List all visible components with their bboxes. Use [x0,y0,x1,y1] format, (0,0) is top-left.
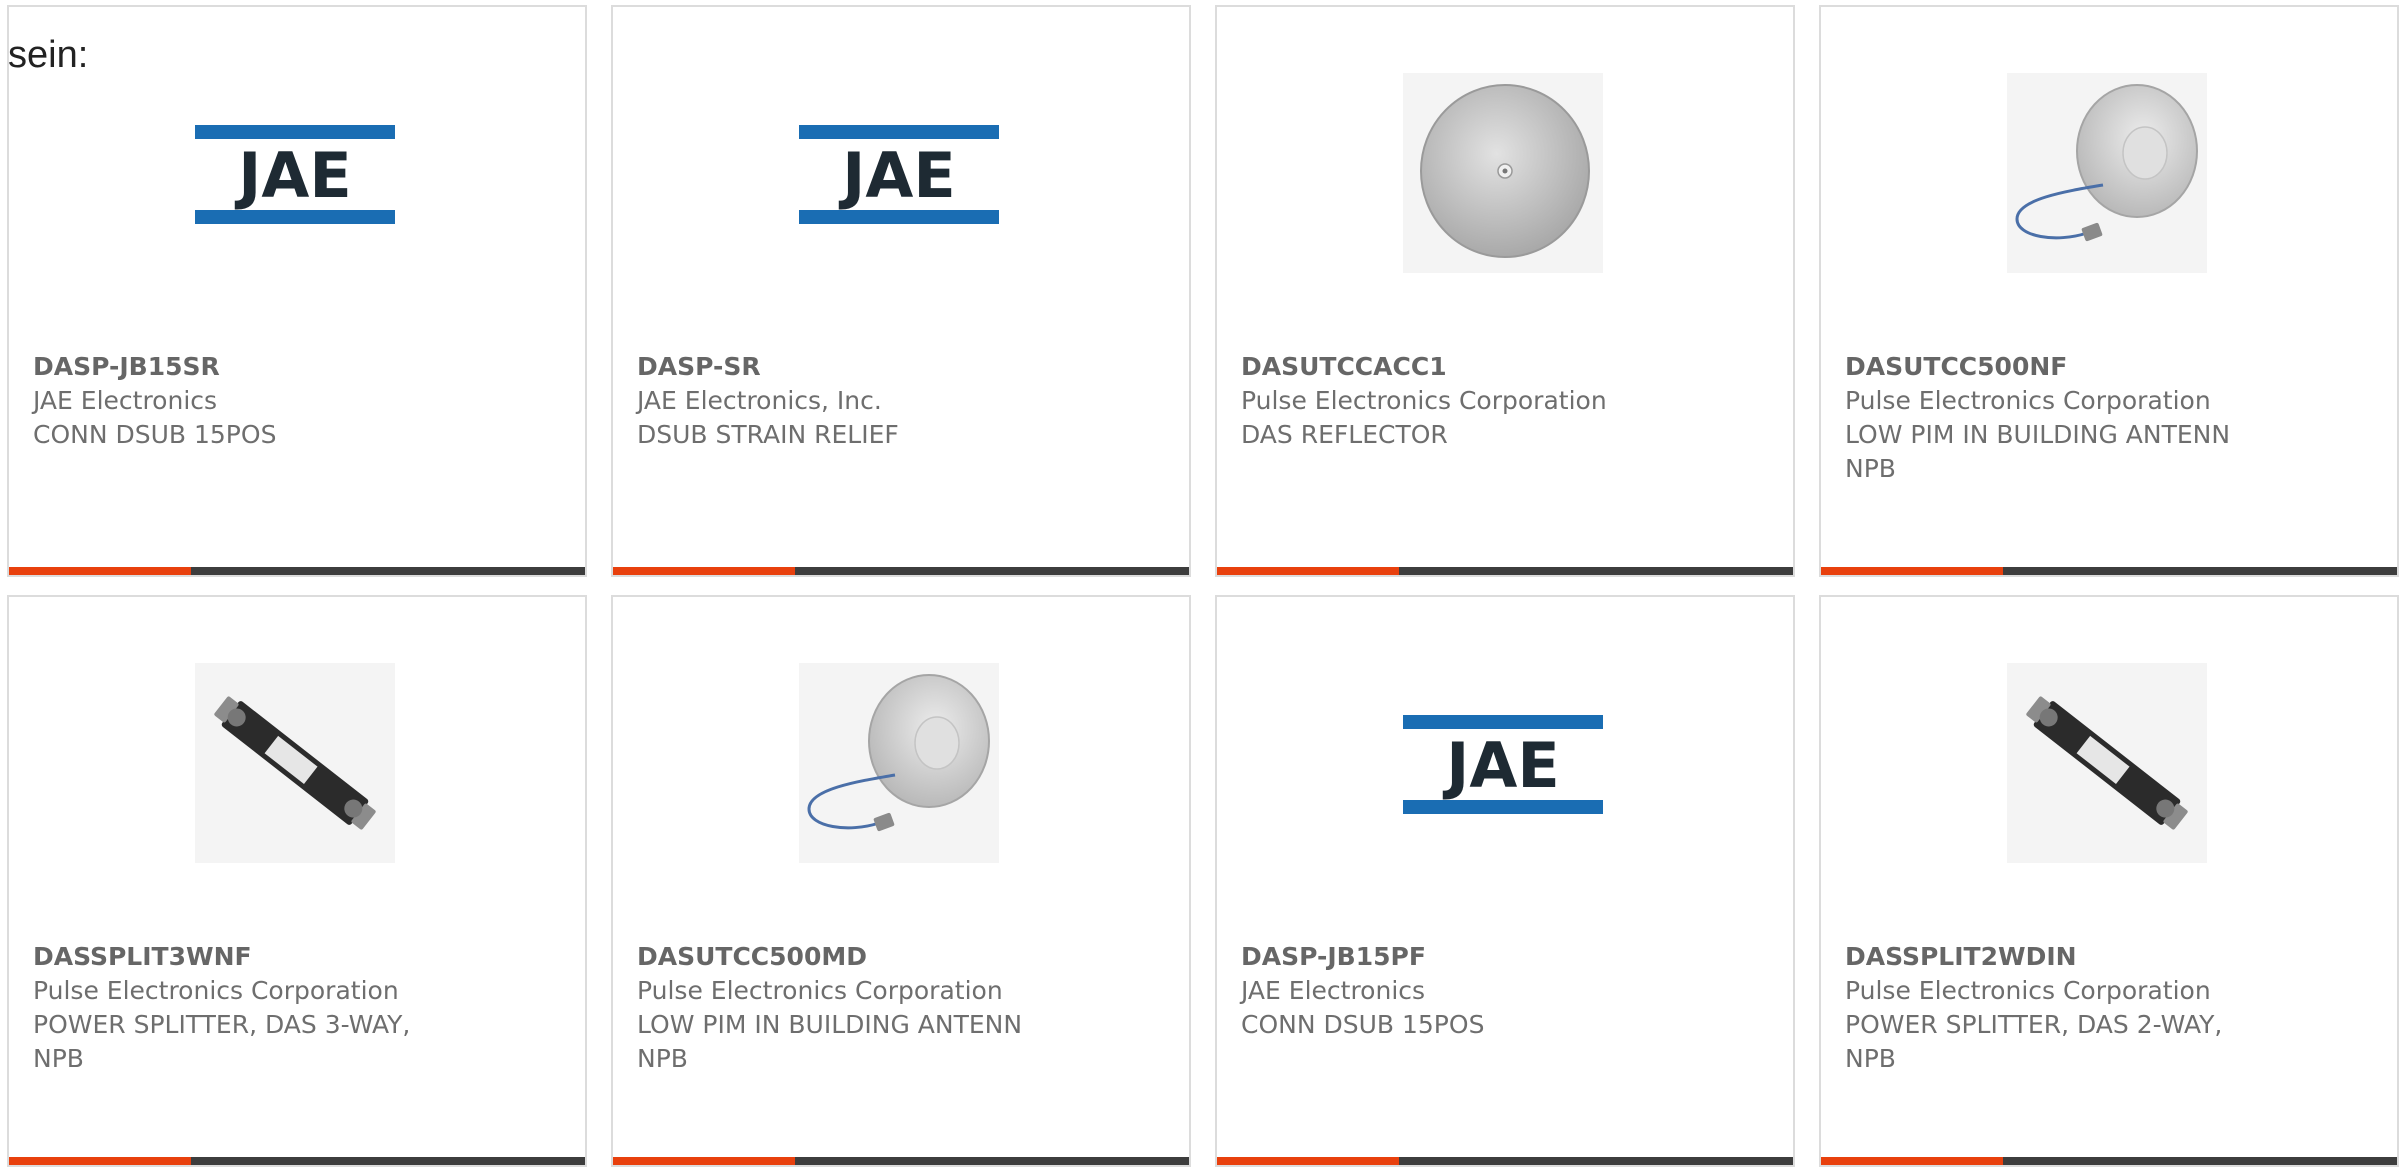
description: DAS REFLECTOR [1241,420,1448,449]
card-bar [1217,567,1793,575]
part-number[interactable]: DASUTCC500MD [637,940,1169,974]
card-bar [1821,567,2397,575]
product-info: DASSPLIT2WDIN Pulse Electronics Corporat… [1845,940,2377,1076]
product-info: DASP-JB15PF JAE Electronics CONN DSUB 15… [1241,940,1773,1042]
product-info: DASSPLIT3WNF Pulse Electronics Corporati… [33,940,565,1076]
description: POWER SPLITTER, DAS 3-WAY, NPB [33,1010,411,1073]
card-bar-accent [613,567,795,575]
product-info: DASP-JB15SR JAE Electronics CONN DSUB 15… [33,350,565,452]
description: LOW PIM IN BUILDING ANTENN NPB [1845,420,2231,483]
product-image[interactable] [799,663,999,863]
description: POWER SPLITTER, DAS 2-WAY, NPB [1845,1010,2223,1073]
part-number[interactable]: DASP-JB15SR [33,350,565,384]
power-splitter-image [2007,663,2207,863]
product-info: DASUTCC500NF Pulse Electronics Corporati… [1845,350,2377,486]
card-bar [613,567,1189,575]
dome-antenna-image [2007,73,2207,273]
product-grid: JAE DASP-JB15SR JAE Electronics CONN DSU… [7,5,2399,1167]
power-splitter-image [195,663,395,863]
product-card[interactable]: JAE DASP-SR JAE Electronics, Inc. DSUB S… [611,5,1191,577]
card-bar [1217,1157,1793,1165]
description: CONN DSUB 15POS [1241,1010,1485,1039]
manufacturer: JAE Electronics, Inc. [637,386,882,415]
manufacturer: JAE Electronics [33,386,218,415]
product-card[interactable]: DASSPLIT3WNF Pulse Electronics Corporati… [7,595,587,1167]
product-card[interactable]: DASUTCC500MD Pulse Electronics Corporati… [611,595,1191,1167]
product-card[interactable]: DASSPLIT2WDIN Pulse Electronics Corporat… [1819,595,2399,1167]
reflector-disc-image [1403,73,1603,273]
intro-text: sein: [8,34,89,76]
card-bar-accent [1821,567,2003,575]
product-card[interactable]: DASUTCCACC1 Pulse Electronics Corporatio… [1215,5,1795,577]
svg-text:JAE: JAE [234,139,351,212]
product-image[interactable]: JAE [195,73,395,273]
dome-antenna-image [799,663,999,863]
manufacturer: Pulse Electronics Corporation [1845,386,2211,415]
card-bar [9,567,585,575]
card-bar [1821,1157,2397,1165]
manufacturer: JAE Electronics [1241,976,1426,1005]
product-card[interactable]: JAE DASP-JB15PF JAE Electronics CONN DSU… [1215,595,1795,1167]
description: LOW PIM IN BUILDING ANTENN NPB [637,1010,1023,1073]
card-bar [613,1157,1189,1165]
part-number[interactable]: DASSPLIT3WNF [33,940,565,974]
card-bar-accent [613,1157,795,1165]
part-number[interactable]: DASP-JB15PF [1241,940,1773,974]
part-number[interactable]: DASUTCCACC1 [1241,350,1773,384]
description: DSUB STRAIN RELIEF [637,420,899,449]
part-number[interactable]: DASUTCC500NF [1845,350,2377,384]
product-card[interactable]: JAE DASP-JB15SR JAE Electronics CONN DSU… [7,5,587,577]
svg-text:JAE: JAE [838,139,955,212]
svg-text:JAE: JAE [1442,729,1559,802]
product-info: DASP-SR JAE Electronics, Inc. DSUB STRAI… [637,350,1169,452]
product-image[interactable] [1403,73,1603,273]
product-image[interactable]: JAE [1403,663,1603,863]
product-info: DASUTCC500MD Pulse Electronics Corporati… [637,940,1169,1076]
part-number[interactable]: DASP-SR [637,350,1169,384]
card-bar-accent [9,1157,191,1165]
card-bar [9,1157,585,1165]
jae-logo: JAE [1403,715,1603,814]
jae-logo: JAE [799,125,999,224]
card-bar-accent [1217,567,1399,575]
card-bar-accent [1821,1157,2003,1165]
manufacturer: Pulse Electronics Corporation [1845,976,2211,1005]
product-image[interactable]: JAE [799,73,999,273]
description: CONN DSUB 15POS [33,420,277,449]
jae-logo: JAE [195,125,395,224]
product-image[interactable] [2007,663,2207,863]
card-bar-accent [9,567,191,575]
card-bar-accent [1217,1157,1399,1165]
manufacturer: Pulse Electronics Corporation [1241,386,1607,415]
product-image[interactable] [195,663,395,863]
product-info: DASUTCCACC1 Pulse Electronics Corporatio… [1241,350,1773,452]
product-card[interactable]: DASUTCC500NF Pulse Electronics Corporati… [1819,5,2399,577]
manufacturer: Pulse Electronics Corporation [33,976,399,1005]
part-number[interactable]: DASSPLIT2WDIN [1845,940,2377,974]
manufacturer: Pulse Electronics Corporation [637,976,1003,1005]
product-image[interactable] [2007,73,2207,273]
